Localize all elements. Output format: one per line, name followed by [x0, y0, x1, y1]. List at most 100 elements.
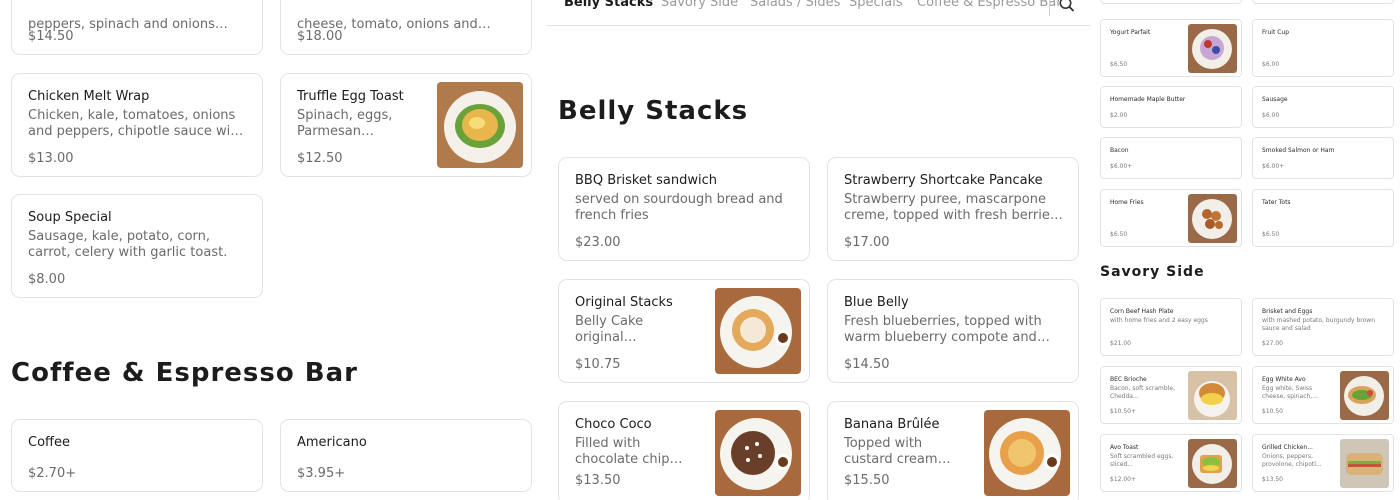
menu-item-card[interactable]: Brisket and Eggs with mashed potato, bur…: [1252, 298, 1394, 356]
menu-item-name: Sausage: [1262, 96, 1288, 103]
menu-item-name: Avo Toast: [1110, 444, 1139, 451]
menu-item-price: $6.00+: [1262, 163, 1285, 170]
menu-item-description: Chicken, kale, tomatoes, onions and pepp…: [28, 108, 244, 139]
menu-item-photo: [1188, 439, 1237, 488]
menu-item-name: BBQ Brisket sandwich: [575, 173, 718, 188]
menu-item-card[interactable]: Original Stacks Belly Cake original panc…: [558, 279, 810, 383]
menu-item-card[interactable]: Bacon $6.00+: [1100, 137, 1242, 179]
tab-belly-stacks[interactable]: Belly Stacks: [564, 0, 653, 10]
menu-item-card[interactable]: Strawberry Shortcake Pancake Strawberry …: [827, 157, 1079, 261]
menu-item-card[interactable]: BEC Brioche Bacon, soft scramble, Chedda…: [1100, 366, 1242, 424]
menu-item-description: Spinach, eggs, Parmesan cheese,...: [297, 108, 393, 139]
menu-item-price: $27.00: [1262, 340, 1283, 347]
menu-item-card[interactable]: [1252, 0, 1394, 4]
menu-item-card[interactable]: [1100, 0, 1242, 4]
menu-item-price: $10.50: [1262, 408, 1283, 415]
menu-item-card[interactable]: Homemade Maple Butter $2.00: [1100, 86, 1242, 128]
menu-item-price: $8.00: [28, 272, 66, 287]
menu-item-price: $6.50: [1262, 231, 1280, 238]
menu-item-name: Bacon: [1110, 147, 1129, 154]
menu-item-description: Strawberry puree, mascarpone creme, topp…: [844, 192, 1057, 223]
menu-item-card[interactable]: Home Fries $6.50: [1100, 189, 1242, 247]
menu-item-card[interactable]: Smoked Salmon or Ham $6.00+: [1252, 137, 1394, 179]
menu-item-card[interactable]: Avo Toast Soft scrambled eggs, sliced...…: [1100, 434, 1242, 492]
menu-item-card[interactable]: Banana Brûlée Topped with custard cream,…: [827, 401, 1079, 500]
tab-savory-side[interactable]: Savory Side: [661, 0, 738, 10]
menu-item-name: Banana Brûlée: [844, 417, 940, 432]
menu-item-card[interactable]: Tater Tots $6.50: [1252, 189, 1394, 247]
menu-item-price: $13.50: [1262, 476, 1283, 483]
menu-item-card[interactable]: Truffle Egg Toast Spinach, eggs, Parmesa…: [280, 73, 532, 177]
menu-item-card[interactable]: cheese, tomato, onions and greens,... $1…: [280, 0, 532, 55]
menu-item-card[interactable]: Egg White Avo Egg white, Swiss cheese, s…: [1252, 366, 1394, 424]
menu-item-description: with mashed potato, burgundy brown sauce…: [1262, 317, 1376, 332]
section-title: Belly Stacks: [558, 96, 749, 126]
menu-item-price: $10.50+: [1110, 408, 1137, 415]
menu-item-price: $12.50: [297, 151, 343, 166]
middle-menu-panel: Belly Stacks Savory Side Salads / Sides …: [547, 0, 1090, 500]
menu-item-card[interactable]: BBQ Brisket sandwich served on sourdough…: [558, 157, 810, 261]
menu-item-name: Egg White Avo: [1262, 376, 1306, 383]
menu-item-price: $13.50: [575, 473, 621, 488]
menu-item-price: $15.50: [844, 473, 890, 488]
menu-item-price: $21.00: [1110, 340, 1131, 347]
menu-item-card[interactable]: Chicken Melt Wrap Chicken, kale, tomatoe…: [11, 73, 263, 177]
menu-item-name: Home Fries: [1110, 199, 1144, 206]
menu-item-card[interactable]: peppers, spinach and onions with... $14.…: [11, 0, 263, 55]
menu-item-description: Belly Cake original pancakes and ma...: [575, 314, 644, 345]
menu-item-description: served on sourdough bread and french fri…: [575, 192, 783, 223]
menu-item-name: Coffee: [28, 435, 70, 450]
menu-item-name: Homemade Maple Butter: [1110, 96, 1186, 103]
menu-item-price: $6.00: [1262, 112, 1280, 119]
menu-item-price: $6.00+: [1110, 163, 1133, 170]
menu-item-price: $6.50: [1110, 231, 1128, 238]
menu-item-photo: [1188, 24, 1237, 73]
menu-item-card[interactable]: Yogurt Parfait $6.50: [1100, 19, 1242, 77]
menu-item-photo: [715, 288, 801, 374]
search-icon[interactable]: [1058, 0, 1076, 14]
menu-item-price: $2.00: [1110, 112, 1128, 119]
category-tab-bar: Belly Stacks Savory Side Salads / Sides …: [547, 0, 1090, 26]
menu-item-name: Fruit Cup: [1262, 29, 1290, 36]
menu-item-name: BEC Brioche: [1110, 376, 1147, 383]
menu-item-price: $23.00: [575, 235, 621, 250]
section-title: Savory Side: [1100, 264, 1205, 280]
menu-item-name: Tater Tots: [1262, 199, 1291, 206]
menu-item-card[interactable]: Americano $3.95+: [280, 419, 532, 492]
tab-coffee-espresso-bar[interactable]: Coffee & Espresso Bar: [917, 0, 1062, 10]
menu-item-card[interactable]: Fruit Cup $6.00: [1252, 19, 1394, 77]
menu-item-photo: [437, 82, 523, 168]
menu-item-price: $18.00: [297, 29, 343, 44]
menu-item-card[interactable]: Blue Belly Fresh blueberries, topped wit…: [827, 279, 1079, 383]
menu-item-price: $13.00: [28, 151, 74, 166]
menu-item-photo: [984, 410, 1070, 496]
menu-item-card[interactable]: Choco Coco Filled with chocolate chips a…: [558, 401, 810, 500]
menu-item-description: Topped with custard cream, bananas a...: [844, 436, 942, 467]
left-menu-panel: peppers, spinach and onions with... $14.…: [0, 0, 545, 500]
menu-item-description: Bacon, soft scramble, Chedda...: [1110, 385, 1175, 400]
tab-divider: [1049, 0, 1050, 16]
menu-item-card[interactable]: Corn Beef Hash Plate with home fries and…: [1100, 298, 1242, 356]
menu-item-photo: [1340, 439, 1389, 488]
menu-item-name: Yogurt Parfait: [1110, 29, 1151, 36]
menu-item-name: Americano: [297, 435, 367, 450]
menu-item-card[interactable]: Grilled Chicken... Onions, peppers, prov…: [1252, 434, 1394, 492]
menu-item-name: Strawberry Shortcake Pancake: [844, 173, 1043, 188]
menu-item-card[interactable]: Soup Special Sausage, kale, potato, corn…: [11, 194, 263, 298]
menu-item-name: Chicken Melt Wrap: [28, 89, 150, 104]
tab-salads-sides[interactable]: Salads / Sides: [750, 0, 840, 10]
menu-item-photo: [715, 410, 801, 496]
menu-item-description: Sausage, kale, potato, corn, carrot, cel…: [28, 229, 228, 260]
menu-item-price: $14.50: [844, 357, 890, 372]
menu-item-description: Onions, peppers, provolone, chipotl...: [1262, 453, 1322, 468]
menu-item-name: Blue Belly: [844, 295, 909, 310]
menu-item-name: Original Stacks: [575, 295, 673, 310]
menu-item-card[interactable]: Coffee $2.70+: [11, 419, 263, 492]
menu-item-card[interactable]: Sausage $6.00: [1252, 86, 1394, 128]
menu-item-description: Fresh blueberries, topped with warm blue…: [844, 314, 1042, 345]
menu-item-name: Soup Special: [28, 210, 112, 225]
tab-specials[interactable]: Specials: [849, 0, 903, 10]
menu-item-price: $3.95+: [297, 466, 346, 481]
menu-item-name: Smoked Salmon or Ham: [1262, 147, 1335, 154]
menu-item-name: Grilled Chicken...: [1262, 444, 1313, 451]
